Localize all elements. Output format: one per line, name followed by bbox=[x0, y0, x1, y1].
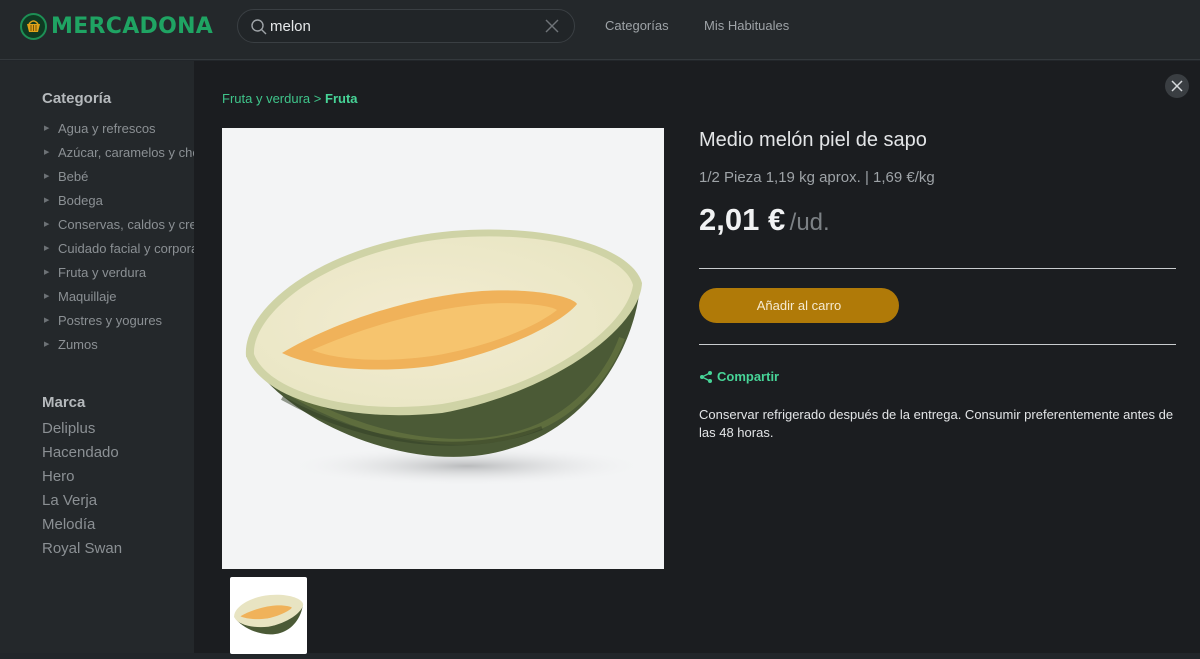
category-item[interactable]: ▶ Bodega bbox=[44, 188, 194, 212]
chevron-right-icon: ▶ bbox=[44, 149, 50, 156]
top-header: MERCADONA Categorías Mis Habituales bbox=[0, 0, 1200, 60]
search-input[interactable] bbox=[270, 10, 520, 42]
category-label: Zumos bbox=[58, 336, 98, 352]
price-unit: /ud. bbox=[789, 209, 830, 236]
price-row: 2,01 € /ud. bbox=[699, 202, 830, 238]
brand-list: Deliplus Hacendado Hero La Verja Melodía… bbox=[42, 416, 122, 560]
search-bar bbox=[237, 9, 575, 43]
category-item[interactable]: ▶ Maquillaje bbox=[44, 284, 194, 308]
breadcrumb-separator: > bbox=[313, 91, 322, 106]
brand-item[interactable]: La Verja bbox=[42, 488, 122, 512]
product-format: 1/2 Pieza 1,19 kg aprox. | 1,69 €/kg bbox=[699, 169, 935, 186]
brand-item[interactable]: Melodía bbox=[42, 512, 122, 536]
brand-name: MERCADONA bbox=[51, 13, 214, 39]
nav-habituals-link[interactable]: Mis Habituales bbox=[704, 18, 789, 33]
breadcrumb-parent-link[interactable]: Fruta y verdura bbox=[222, 91, 310, 106]
category-item[interactable]: ▶ Postres y yogures bbox=[44, 308, 194, 332]
category-label: Agua y refrescos bbox=[58, 120, 156, 136]
mercadona-logo[interactable]: MERCADONA bbox=[20, 12, 213, 40]
category-item[interactable]: ▶ Fruta y verdura bbox=[44, 260, 194, 284]
product-image[interactable] bbox=[222, 128, 664, 569]
product-thumbnail[interactable] bbox=[230, 577, 307, 654]
category-label: Bodega bbox=[58, 192, 103, 208]
category-item[interactable]: ▶ Azúcar, caramelos y cho bbox=[44, 140, 194, 164]
category-item[interactable]: ▶ Cuidado facial y corpora bbox=[44, 236, 194, 260]
divider bbox=[699, 268, 1176, 269]
close-icon bbox=[1171, 80, 1183, 92]
category-item[interactable]: ▶ Agua y refrescos bbox=[44, 116, 194, 140]
product-price: 2,01 € bbox=[699, 202, 786, 237]
search-icon bbox=[251, 19, 267, 35]
category-label: Postres y yogures bbox=[58, 312, 163, 328]
chevron-right-icon: ▶ bbox=[44, 245, 50, 252]
brand-item[interactable]: Deliplus bbox=[42, 416, 122, 440]
category-item[interactable]: ▶ Conservas, caldos y crem bbox=[44, 212, 194, 236]
category-label: Fruta y verdura bbox=[58, 264, 147, 280]
brand-item[interactable]: Hacendado bbox=[42, 440, 122, 464]
modal-close-button[interactable] bbox=[1165, 74, 1189, 98]
category-item[interactable]: ▶ Bebé bbox=[44, 164, 194, 188]
chevron-right-icon: ▶ bbox=[44, 173, 50, 180]
add-to-cart-button[interactable]: Añadir al carro bbox=[699, 288, 899, 323]
category-label: Cuidado facial y corpora bbox=[58, 240, 194, 256]
product-detail-modal: Fruta y verdura > Fruta Medio melón piel… bbox=[194, 61, 1200, 654]
chevron-right-icon: ▶ bbox=[44, 125, 50, 132]
category-heading: Categoría bbox=[42, 90, 112, 107]
brand-heading: Marca bbox=[42, 394, 86, 411]
brand-item[interactable]: Royal Swan bbox=[42, 536, 122, 560]
chevron-right-icon: ▶ bbox=[44, 221, 50, 228]
divider bbox=[699, 344, 1176, 345]
close-icon[interactable] bbox=[544, 18, 560, 34]
share-button[interactable]: Compartir bbox=[699, 369, 779, 384]
category-label: Maquillaje bbox=[58, 288, 117, 304]
category-list: ▶ Agua y refrescos ▶ Azúcar, caramelos y c… bbox=[44, 116, 194, 356]
chevron-right-icon: ▶ bbox=[44, 341, 50, 348]
breadcrumb-current-link[interactable]: Fruta bbox=[325, 91, 358, 106]
melon-thumbnail-image bbox=[234, 594, 304, 635]
category-label: Conservas, caldos y crem bbox=[58, 216, 194, 232]
chevron-right-icon: ▶ bbox=[44, 293, 50, 300]
share-icon bbox=[700, 370, 712, 383]
product-title: Medio melón piel de sapo bbox=[699, 129, 927, 151]
breadcrumb: Fruta y verdura > Fruta bbox=[222, 91, 358, 106]
chevron-right-icon: ▶ bbox=[44, 317, 50, 324]
category-label: Bebé bbox=[58, 168, 89, 184]
nav-categories-link[interactable]: Categorías bbox=[605, 18, 669, 33]
product-description: Conservar refrigerado después de la entr… bbox=[699, 407, 1174, 440]
category-label: Azúcar, caramelos y cho bbox=[58, 144, 194, 160]
category-item[interactable]: ▶ Zumos bbox=[44, 332, 194, 356]
melon-image bbox=[245, 229, 647, 486]
share-label: Compartir bbox=[717, 369, 780, 384]
chevron-right-icon: ▶ bbox=[44, 197, 50, 204]
filter-sidebar: Categoría ▶ Agua y refrescos ▶ Azúcar, car… bbox=[0, 61, 194, 653]
basket-icon bbox=[20, 12, 47, 40]
brand-item[interactable]: Hero bbox=[42, 464, 122, 488]
chevron-right-icon: ▶ bbox=[44, 269, 50, 276]
